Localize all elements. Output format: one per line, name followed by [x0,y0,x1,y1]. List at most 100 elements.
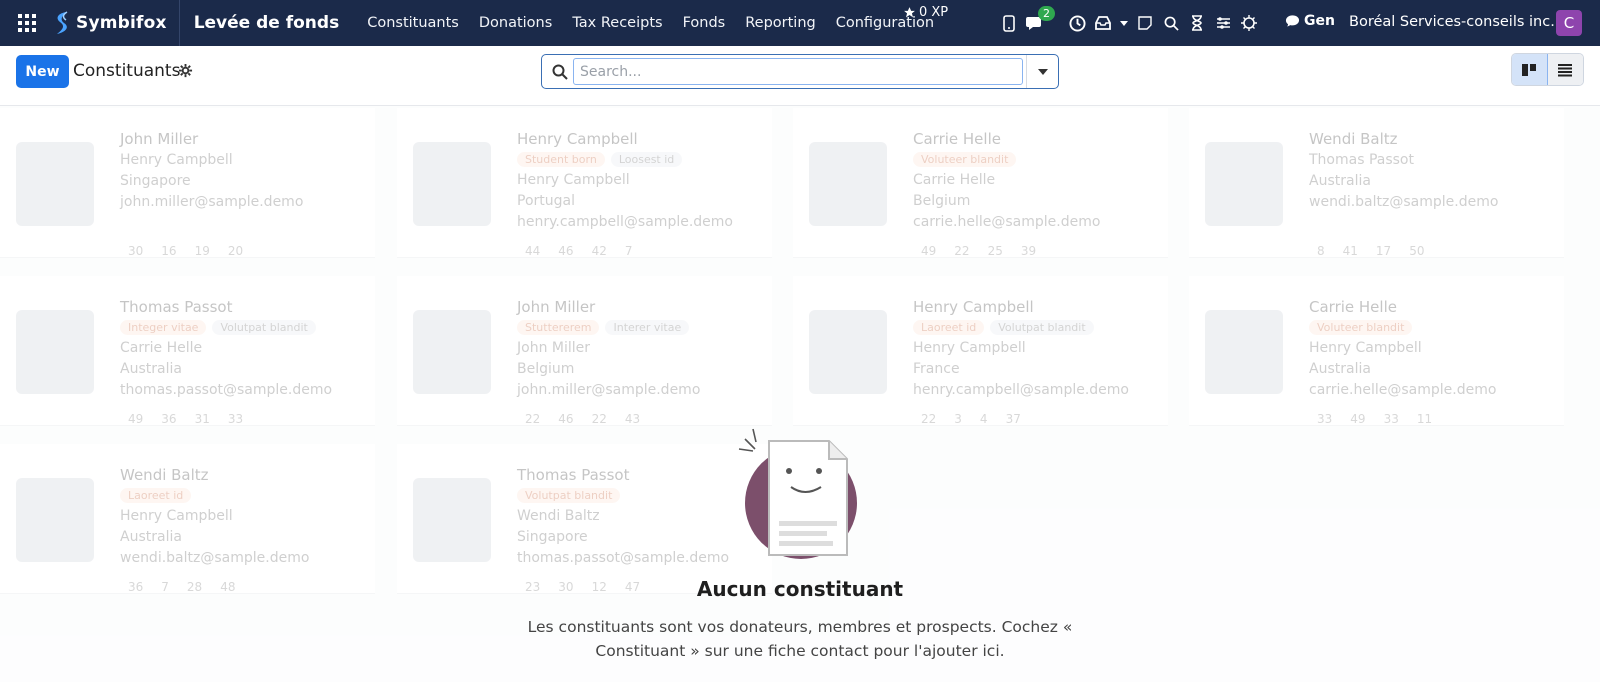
sliders-icon[interactable] [1214,14,1232,32]
control-panel: New Constituants [0,46,1600,106]
card-stat: 49 [1350,412,1366,426]
ai-chat-button[interactable]: Gen [1285,13,1335,29]
brand-logo[interactable]: Symbifox [52,0,180,46]
card-detail: wendi.baltz@sample.demo [120,550,310,566]
user-avatar[interactable]: C [1556,10,1582,36]
card-detail: Australia [120,529,182,545]
card-detail: Australia [120,361,182,377]
card-stat: 41 [1342,244,1358,258]
card-stats: 22 46 22 43 [525,412,640,426]
new-button[interactable]: New [16,55,69,88]
card-tag: Laoreet id [913,320,985,335]
card-stat: 17 [1375,244,1392,258]
card-detail: john.miller@sample.demo [517,382,701,398]
company-switcher[interactable]: Boréal Services-conseils inc. [1349,14,1555,30]
card-stat: 16 [161,244,177,258]
card-stat: 30 [128,244,144,258]
card-name: Carrie Helle [913,130,1001,148]
card-name: Henry Campbell [913,298,1034,316]
card-stat: 20 [227,244,244,258]
card-detail: Henry Campbell [913,340,1026,356]
list-view-button[interactable] [1547,54,1583,85]
card-tags: Laoreet id Volutpat blandit [913,320,1094,335]
hourglass-icon[interactable] [1188,14,1206,32]
card-stat: 46 [558,412,574,426]
symbifox-logo-icon [57,11,68,34]
search-options-toggle[interactable] [1026,55,1058,88]
card-photo [16,142,94,226]
empty-state-line-2: Constituant » sur une fiche contact pour… [595,642,1005,660]
card-stat: 7 [624,244,633,258]
card-stats: 36 7 28 48 [128,580,235,594]
card-detail: Australia [1309,173,1371,189]
xp-counter[interactable]: 0 XP [903,5,948,20]
card-detail: carrie.helle@sample.demo [913,214,1101,230]
page-title: Constituants [73,61,181,81]
menu-donations[interactable]: Donations [479,15,552,31]
card-name: John Miller [517,298,596,316]
star-icon [904,7,915,18]
note-icon[interactable] [1136,14,1154,32]
card-name: Carrie Helle [1309,298,1397,316]
card-detail: France [913,361,960,377]
bug-icon[interactable] [1240,14,1258,32]
card-detail: Belgium [913,193,971,209]
card-stats: 49 22 25 39 [921,244,1036,258]
card-tags: Integer vitae Volutpat blandit [120,320,316,335]
kanban-view-button[interactable] [1512,54,1548,85]
chat-bubble-icon [1285,15,1300,27]
card-stat: 7 [161,580,169,594]
card-photo [809,142,887,226]
menu-reporting[interactable]: Reporting [745,15,816,31]
card-stat: 31 [194,412,210,426]
kanban-card: John Miller Stuttererem Interer vitae John … [397,276,772,426]
card-tags: Stuttererem Interer vitae [517,320,690,335]
card-stat: 33 [1383,412,1399,426]
card-tag: Student born [517,152,605,167]
card-tag: Loosest id [610,152,683,167]
card-stat: 25 [987,244,1003,258]
card-stat: 48 [220,580,236,594]
empty-state-description: Les constituants sont vos donateurs, mem… [500,615,1100,663]
card-detail: Carrie Helle [913,172,996,188]
card-stat: 49 [921,244,937,258]
card-detail: henry.campbell@sample.demo [517,214,733,230]
apps-menu-icon[interactable] [18,14,36,32]
search-icon[interactable] [1162,14,1180,32]
menu-fonds[interactable]: Fonds [683,15,726,31]
card-photo [1205,142,1283,226]
card-detail: henry.campbell@sample.demo [913,382,1129,398]
app-name[interactable]: Levée de fonds [194,13,340,33]
caret-down-icon[interactable] [1120,14,1128,32]
top-navbar: Symbifox Levée de fonds Constituants Don… [0,0,1600,46]
card-detail: wendi.baltz@sample.demo [1309,194,1499,210]
messages-badge: 2 [1038,6,1055,21]
menu-tax-receipts[interactable]: Tax Receipts [572,15,662,31]
messages-icon[interactable]: 2 [1026,6,1055,32]
card-stat: 22 [954,244,970,258]
card-stats: 49 36 31 33 [128,412,243,426]
activity-clock-icon[interactable] [1068,14,1086,32]
menu-constituants[interactable]: Constituants [367,15,459,31]
card-tag: Stuttererem [517,320,600,335]
list-icon [1558,63,1573,76]
card-photo [413,478,491,562]
card-stat: 28 [186,580,203,594]
card-tags: Laoreet id [120,488,192,503]
card-stat: 49 [128,412,144,426]
kanban-card: Wendi Baltz Laoreet id Henry Campbell Austr… [0,444,375,594]
card-photo [1205,310,1283,394]
card-detail: Henry Campbell [1309,340,1422,356]
card-stat: 8 [1317,244,1325,258]
card-stat: 22 [591,412,607,426]
card-tag: Voluteer blandit [1309,320,1413,335]
card-stat: 11 [1416,412,1433,426]
kanban-card: Henry Campbell Laoreet id Volutpat blandit… [793,276,1168,426]
card-tag: Volutpat blandit [212,320,316,335]
inbox-icon[interactable] [1094,14,1112,32]
search-input[interactable] [573,58,1023,85]
search-bar[interactable] [541,54,1059,89]
card-photo [413,310,491,394]
mobile-icon[interactable] [1000,14,1018,32]
gear-icon[interactable] [178,63,193,78]
